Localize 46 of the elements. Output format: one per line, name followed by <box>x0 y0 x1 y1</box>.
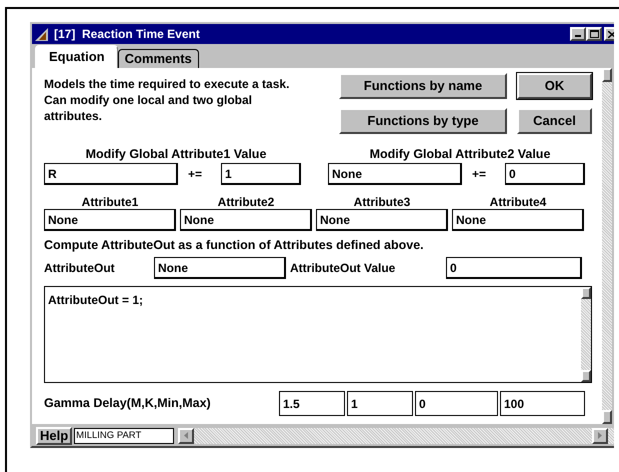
attribute-field[interactable]: None <box>328 163 462 185</box>
minimize-button[interactable] <box>570 27 586 41</box>
status-field: MILLING PART <box>74 428 174 444</box>
vertical-scrollbar[interactable] <box>581 287 591 382</box>
app-icon <box>34 26 50 42</box>
compute-text: Compute AttributeOut as a function of Attributes defined above. <box>44 237 425 253</box>
field-label: Modify Global Attribute1 Value <box>84 146 268 162</box>
dialog-button[interactable]: OK <box>517 73 592 99</box>
tab[interactable]: Comments <box>118 49 199 68</box>
description-text: Models the time required to execute a task. Can modify one local and two global attributes. <box>44 76 290 125</box>
field-label: Attribute3 <box>352 195 412 209</box>
left-arrow-icon <box>184 432 188 439</box>
attribute-field[interactable]: None <box>452 209 584 231</box>
horizontal-scrollbar[interactable] <box>178 428 614 444</box>
operator-text: += <box>472 166 488 183</box>
value-field[interactable]: 1 <box>347 391 413 416</box>
right-arrow-icon <box>598 432 602 439</box>
tab[interactable]: Equation <box>35 45 118 68</box>
attribute-field[interactable]: R <box>44 163 178 185</box>
field-label: AttributeOut Value <box>290 260 396 277</box>
value-field[interactable]: 1 <box>221 163 301 185</box>
field-label: Attribute1 <box>80 195 140 209</box>
value-field[interactable]: 100 <box>500 391 585 416</box>
value-field[interactable]: 0 <box>446 257 582 279</box>
maximize-button[interactable] <box>586 27 602 41</box>
attribute-field[interactable]: None <box>316 209 448 231</box>
help-button[interactable]: Help <box>36 426 72 444</box>
field-label: Modify Global Attribute2 Value <box>368 146 552 162</box>
field-label: Attribute4 <box>488 195 548 209</box>
attribute-field[interactable]: None <box>154 257 286 279</box>
window-title: [17] Reaction Time Event <box>54 26 200 43</box>
panel-scrollbar[interactable] <box>602 68 612 424</box>
field-label: Attribute2 <box>216 195 276 209</box>
equation-editor[interactable]: AttributeOut = 1; <box>44 286 592 383</box>
value-field[interactable]: 0 <box>505 163 585 185</box>
dialog-button[interactable]: Cancel <box>517 108 592 134</box>
field-label: Gamma Delay(M,K,Min,Max) <box>44 395 212 412</box>
dialog-button[interactable]: Functions by type <box>339 108 507 134</box>
field-label: AttributeOut <box>44 260 116 277</box>
attribute-field[interactable]: None <box>180 209 312 231</box>
dialog-button[interactable]: Functions by name <box>339 73 507 99</box>
operator-text: += <box>188 166 204 183</box>
attribute-field[interactable]: None <box>44 209 176 231</box>
close-icon <box>608 30 614 38</box>
value-field[interactable]: 0 <box>415 391 498 416</box>
value-field[interactable]: 1.5 <box>279 391 345 416</box>
